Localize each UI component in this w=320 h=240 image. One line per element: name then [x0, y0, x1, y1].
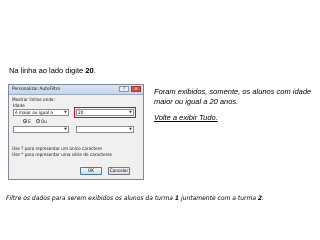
chevron-down-icon: ▼: [129, 127, 132, 131]
dialog-titlebar: Personalizar AutoFiltro ? ✕: [9, 85, 143, 95]
chevron-down-icon: ▼: [64, 110, 67, 114]
help-button[interactable]: ?: [119, 86, 129, 92]
dialog-title: Personalizar AutoFiltro: [12, 87, 60, 92]
instruction-text: Na linha ao lado digite 20.: [9, 66, 96, 75]
hint-asterisk: Use * para representar uma série de cara…: [12, 152, 112, 157]
section-label: Mostrar linhas onde:: [12, 97, 55, 102]
or-label: Ou: [41, 119, 47, 124]
instruction-value: 20: [85, 66, 94, 75]
cancel-button[interactable]: Cancelar: [108, 167, 130, 175]
and-radio[interactable]: [23, 119, 27, 123]
close-button[interactable]: ✕: [131, 86, 141, 92]
and-label: E: [28, 119, 31, 124]
hint-question-mark: Use ? para representar um único caracter…: [12, 146, 102, 151]
ok-button[interactable]: OK: [80, 167, 102, 175]
operator2-select[interactable]: ▼: [13, 126, 69, 133]
or-radio[interactable]: [36, 119, 40, 123]
value2-combo[interactable]: ▼: [76, 126, 134, 133]
show-all-link[interactable]: Volte a exibir Tudo: [154, 113, 216, 122]
bottom-instruction: Filtre os dados para serem exibidos os a…: [6, 195, 265, 202]
value1-highlight: [74, 107, 136, 118]
custom-autofilter-dialog: Personalizar AutoFiltro ? ✕ Mostrar linh…: [8, 84, 144, 180]
chevron-down-icon: ▼: [64, 127, 67, 131]
operator1-select[interactable]: é maior ou igual a ▼: [13, 109, 69, 116]
field-label: Idade: [13, 103, 25, 108]
result-note: Foram exibidos, somente, os alunos com i…: [154, 87, 314, 123]
result-note-text: Foram exibidos, somente, os alunos com i…: [154, 87, 312, 106]
